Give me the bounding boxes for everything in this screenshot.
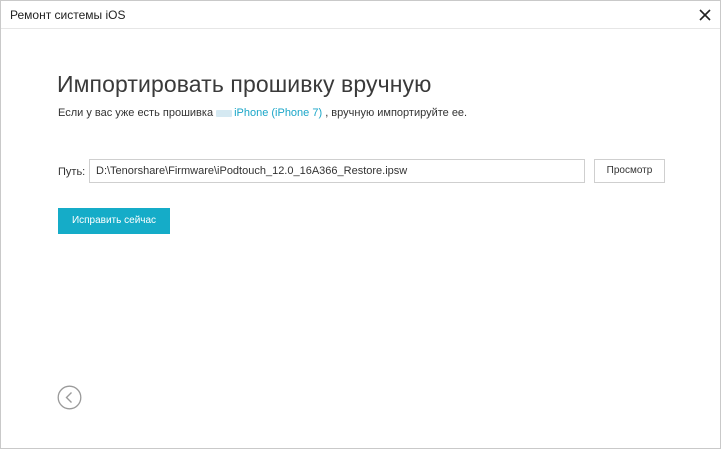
page-title: Импортировать прошивку вручную	[57, 71, 432, 97]
firmware-path-input[interactable]: D:\Tenorshare\Firmware\iPodtouch_12.0_16…	[89, 159, 585, 183]
app-window: Ремонт системы iOS Импортировать прошивк…	[0, 0, 721, 449]
fix-now-button[interactable]: Исправить сейчас	[58, 208, 170, 234]
browse-button[interactable]: Просмотр	[594, 159, 665, 183]
path-label: Путь:	[58, 166, 86, 178]
close-icon	[699, 9, 711, 21]
instruction-suffix: , вручную импортируйте ее.	[325, 107, 468, 119]
back-button[interactable]	[57, 385, 82, 410]
window-title: Ремонт системы iOS	[10, 8, 126, 22]
instruction-text: Если у вас уже есть прошивка iPhone (iPho…	[58, 107, 467, 119]
device-name-link: iPhone (iPhone 7)	[234, 107, 323, 119]
title-bar: Ремонт системы iOS	[1, 1, 720, 29]
close-button[interactable]	[696, 6, 714, 24]
instruction-prefix: Если у вас уже есть прошивка	[58, 107, 214, 119]
blurred-device-name	[216, 109, 233, 117]
back-arrow-icon	[57, 385, 82, 410]
